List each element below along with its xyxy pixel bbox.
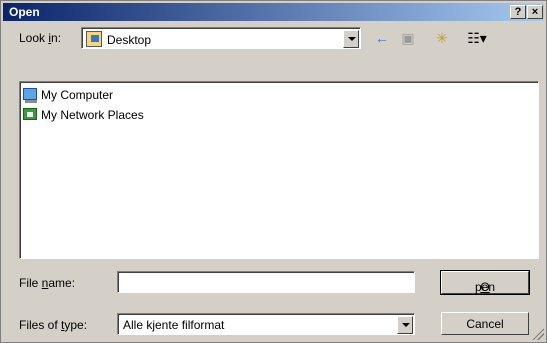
cancel-button[interactable]: Cancel [441, 312, 529, 335]
open-button[interactable]: Open [440, 270, 530, 295]
file-name-label: File name: [19, 276, 76, 290]
desktop-icon [86, 31, 102, 47]
resize-grip[interactable] [532, 328, 544, 340]
files-of-type-dropdown[interactable]: Alle kjente filformat [117, 313, 415, 335]
files-of-type-label: Files of type: [19, 318, 88, 332]
views-menu-icon[interactable]: ☷▾ [461, 28, 493, 48]
look-in-value: Desktop [107, 33, 152, 47]
look-in-dropdown[interactable]: Desktop [81, 27, 361, 49]
open-dialog: Open ? × Look in: Desktop ← ▣ ✳ ☷▾ My Co… [0, 0, 547, 343]
list-item-label: My Computer [41, 88, 114, 102]
look-in-dropdown-button[interactable] [343, 30, 359, 48]
help-button[interactable]: ? [510, 5, 526, 19]
computer-icon [23, 88, 37, 103]
chevron-down-icon [348, 37, 356, 41]
chevron-down-icon [402, 323, 410, 327]
list-item-label: My Network Places [41, 108, 144, 122]
files-of-type-value: Alle kjente filformat [123, 318, 225, 332]
up-one-level-icon[interactable]: ▣ [397, 28, 419, 48]
look-in-label: Look in: [19, 31, 62, 45]
new-folder-icon[interactable]: ✳ [431, 28, 453, 48]
file-list[interactable]: My Computer My Network Places [19, 81, 539, 259]
window-title: Open [9, 5, 40, 19]
files-of-type-dropdown-button[interactable] [397, 316, 413, 334]
close-button[interactable]: × [527, 5, 543, 19]
title-bar[interactable]: Open ? × [3, 3, 544, 21]
network-places-icon [23, 108, 37, 120]
back-icon[interactable]: ← [371, 28, 393, 48]
file-name-input[interactable] [117, 271, 415, 293]
